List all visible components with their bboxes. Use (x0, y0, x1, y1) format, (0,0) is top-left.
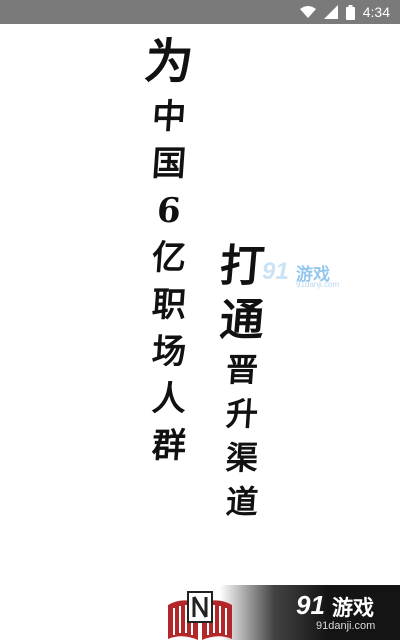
status-icons: 4:34 (299, 0, 390, 24)
battery-icon (345, 4, 355, 20)
slogan-char: 人 (150, 379, 188, 419)
slogan-char: 升 (224, 395, 260, 433)
slogan-char: 场 (150, 332, 188, 372)
slogan-char: 晋 (224, 351, 260, 389)
watermark-url: 91danji.com (296, 280, 340, 289)
slogan-char: 职 (150, 285, 188, 325)
status-time: 4:34 (362, 4, 390, 20)
watermark-url: 91danji.com (316, 620, 376, 632)
wifi-icon (299, 6, 316, 18)
app-logo-icon (166, 591, 234, 640)
slogan-char: 中 (150, 97, 188, 137)
watermark-name: 游戏 (332, 597, 374, 620)
watermark-number: 91 (296, 590, 325, 620)
slogan-left-column: 为 中 国 6 亿 职 场 人 群 (140, 30, 198, 470)
slogan-char: 群 (150, 426, 188, 466)
slogan-char: 通 (217, 295, 267, 346)
slogan-char: 6 (155, 191, 183, 231)
watermark-91danji-bottom: 91 游戏 91danji.com (296, 590, 396, 636)
slogan-char: 为 (142, 34, 196, 90)
slogan-right-column: 打 通 晋 升 渠 道 (212, 240, 272, 524)
status-bar: 4:34 (0, 0, 400, 24)
slogan-char: 渠 (224, 439, 260, 477)
slogan-char: 亿 (150, 238, 188, 278)
slogan-char: 国 (150, 144, 188, 184)
slogan-char: 道 (224, 483, 260, 521)
slogan-char: 打 (217, 241, 267, 292)
watermark-91danji: 91 游戏 91danji.com (262, 258, 354, 292)
signal-icon (323, 5, 338, 19)
